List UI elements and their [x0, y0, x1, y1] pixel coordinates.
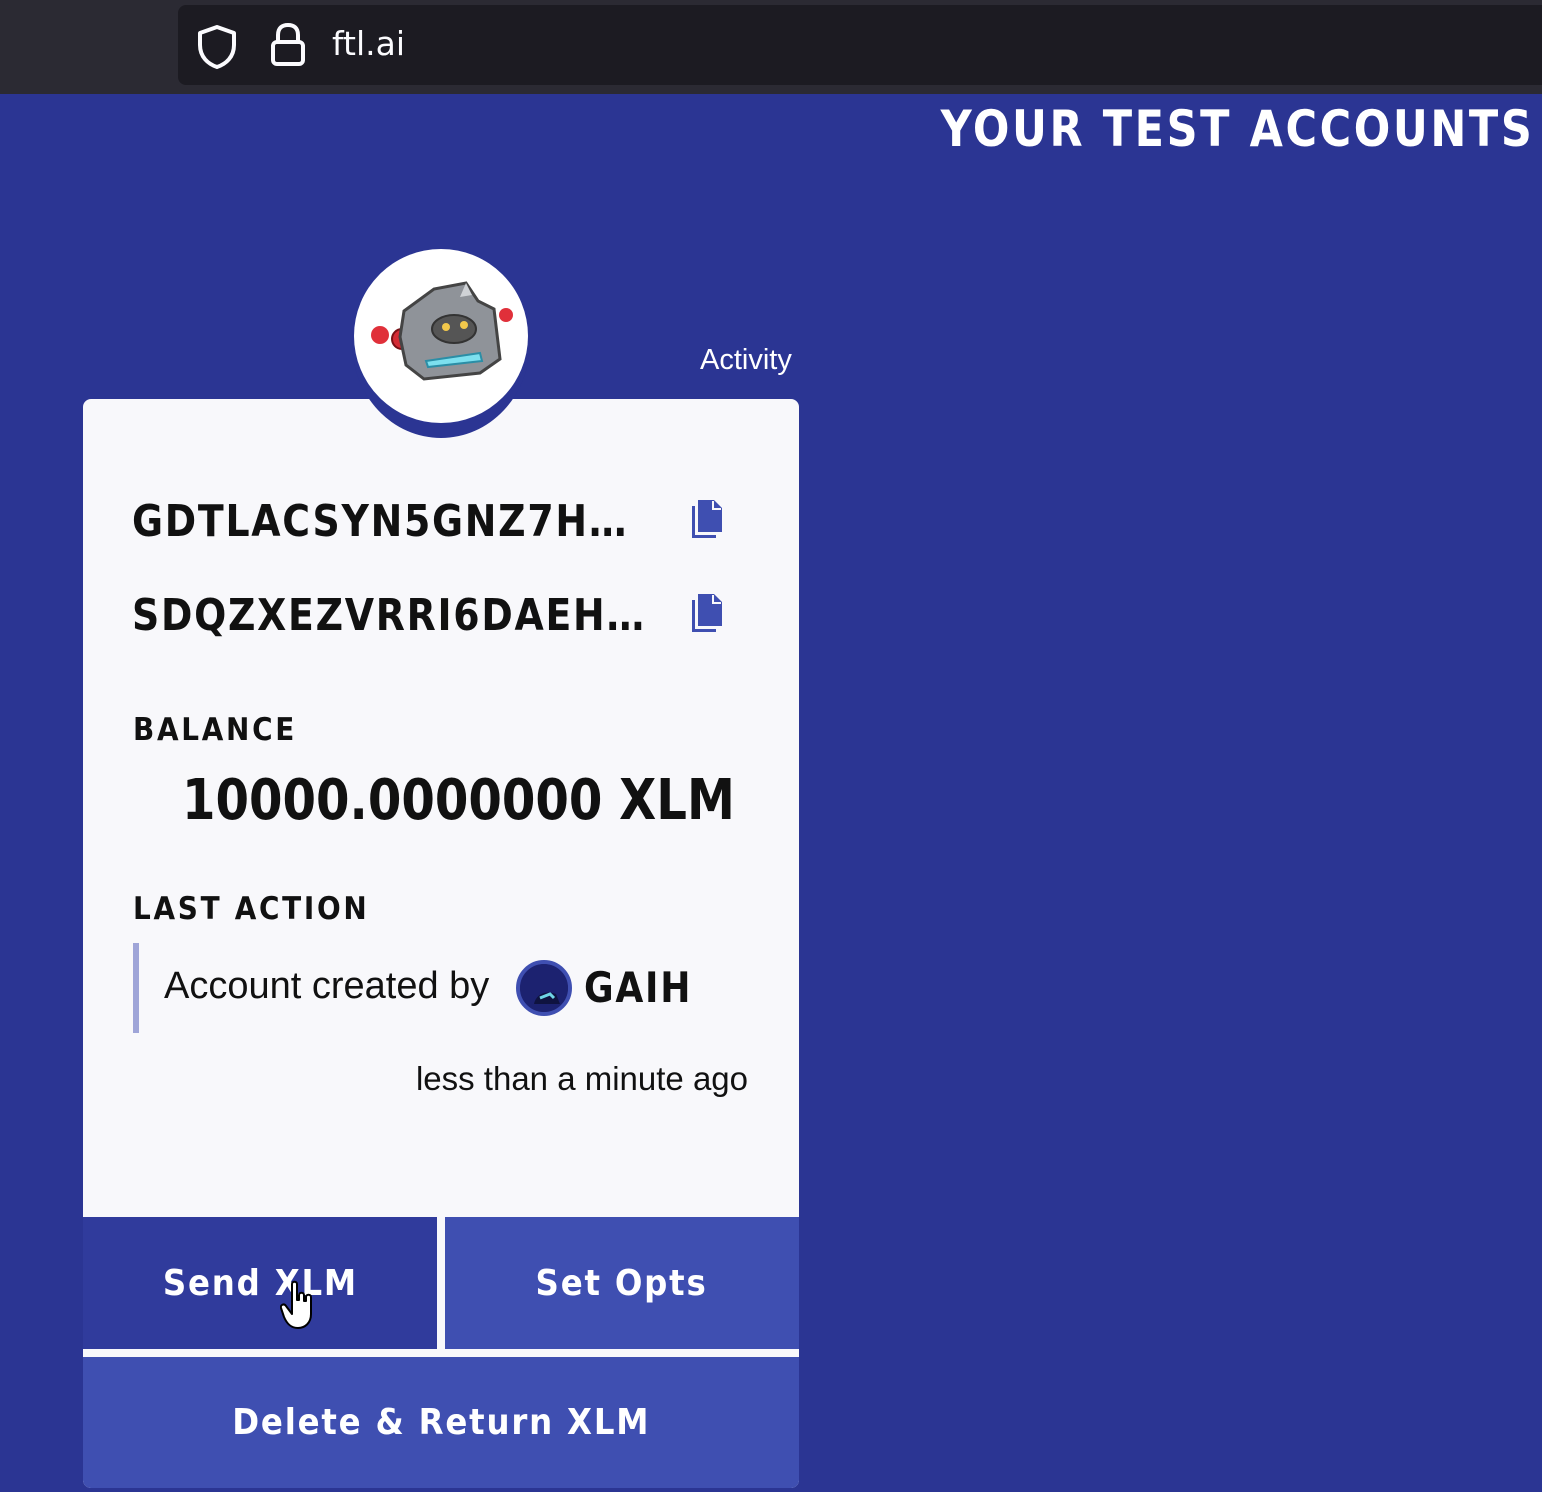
activity-link[interactable]: Activity	[700, 344, 792, 377]
set-opts-label: Set Opts	[535, 1262, 708, 1304]
secret-key: SDQZXEZVRRI6DAEH…	[132, 590, 646, 641]
set-opts-button[interactable]: Set Opts	[445, 1217, 799, 1349]
public-key: GDTLACSYN5GNZ7H…	[132, 496, 629, 547]
page-title: YOUR TEST ACCOUNTS	[940, 100, 1534, 158]
creator-avatar	[516, 960, 572, 1016]
send-xlm-button[interactable]: Send XLM	[83, 1217, 437, 1349]
lock-icon[interactable]	[268, 22, 308, 68]
robot-avatar-icon	[371, 281, 513, 381]
copy-icon[interactable]	[690, 498, 724, 540]
url-text[interactable]: ftl.ai	[332, 24, 405, 63]
last-action-account[interactable]: GAIH	[584, 963, 692, 1012]
copy-icon[interactable]	[690, 592, 724, 634]
balance-value: 10000.0000000 XLM	[182, 768, 735, 833]
delete-return-label: Delete & Return XLM	[231, 1402, 651, 1443]
creator-avatar-icon	[520, 964, 568, 1012]
send-xlm-label: Send XLM	[162, 1262, 358, 1304]
account-avatar	[354, 249, 528, 423]
delete-return-xlm-button[interactable]: Delete & Return XLM	[83, 1357, 799, 1488]
balance-label: BALANCE	[133, 712, 298, 748]
shield-icon[interactable]	[196, 24, 238, 70]
last-action-time: less than a minute ago	[415, 1060, 748, 1097]
last-action-text: Account created by	[164, 965, 490, 1007]
hand-cursor-icon	[280, 1280, 312, 1329]
last-action-quote-bar	[133, 943, 139, 1033]
last-action-label: LAST ACTION	[133, 891, 370, 927]
